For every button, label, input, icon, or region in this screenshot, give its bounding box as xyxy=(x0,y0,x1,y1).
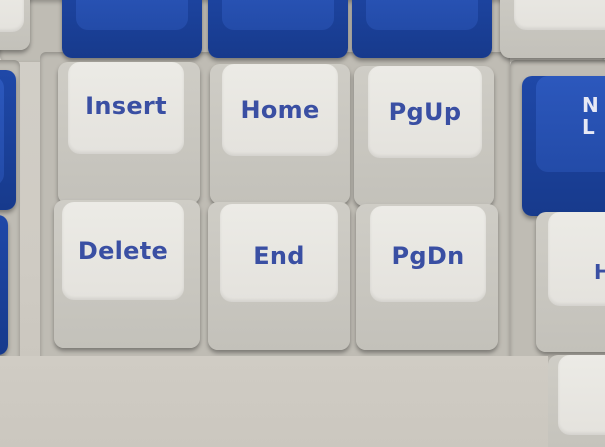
key-partial-right-numlock[interactable]: N L xyxy=(522,76,605,216)
key-insert[interactable]: Insert xyxy=(58,62,200,204)
key-blue-top-1[interactable] xyxy=(62,0,202,58)
key-end-legend: End xyxy=(253,242,305,270)
key-partial-right-numlock-legend: N L xyxy=(582,93,600,139)
key-end[interactable]: End xyxy=(208,202,350,350)
key-pgup-legend: PgUp xyxy=(388,98,462,126)
key-blue-top-3[interactable] xyxy=(352,0,492,58)
key-partial-top-right[interactable] xyxy=(500,0,605,58)
key-partial-right-bottom[interactable] xyxy=(548,355,605,447)
key-blue-top-2[interactable] xyxy=(208,0,348,58)
key-home[interactable]: Home xyxy=(210,64,350,204)
keyboard-photo: Insert Home PgUp Delete End PgDn N L H xyxy=(0,0,605,447)
key-partial-right-lower-legend: H xyxy=(594,260,605,284)
key-home-legend: Home xyxy=(240,96,320,124)
key-delete-legend: Delete xyxy=(77,237,169,265)
case-lip xyxy=(0,356,548,447)
key-pgdn[interactable]: PgDn xyxy=(356,204,498,350)
key-pgdn-legend: PgDn xyxy=(391,242,465,270)
key-partial-left-1[interactable] xyxy=(0,70,16,210)
key-partial-left-2[interactable] xyxy=(0,215,8,355)
key-delete[interactable]: Delete xyxy=(54,200,200,348)
key-partial-top-left[interactable] xyxy=(0,0,30,50)
key-partial-right-lower[interactable]: H xyxy=(536,212,605,352)
key-insert-legend: Insert xyxy=(85,92,167,120)
key-pgup[interactable]: PgUp xyxy=(354,66,494,206)
